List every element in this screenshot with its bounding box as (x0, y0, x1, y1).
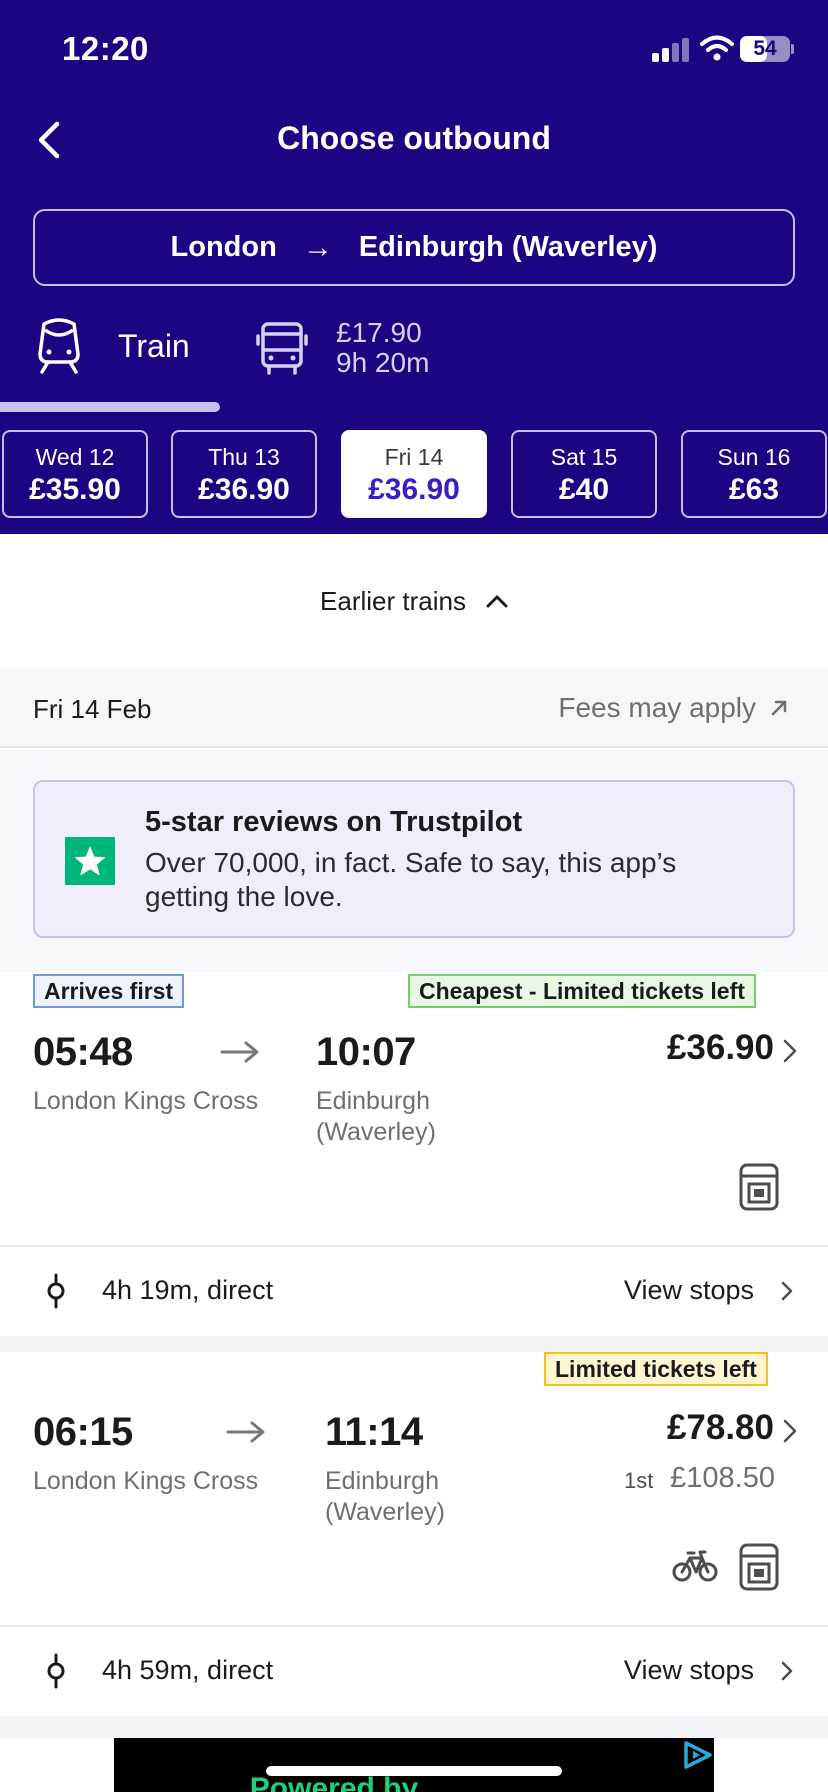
divider (0, 1716, 828, 1738)
date-price: £35.90 (29, 473, 121, 506)
date-day: Sat 15 (550, 444, 618, 470)
promo-section: 5-star reviews on Trustpilot Over 70,000… (0, 750, 828, 972)
view-stops-link[interactable]: View stops (624, 1275, 794, 1306)
date-day: Fri 14 (384, 444, 444, 470)
date-price: £40 (558, 473, 610, 506)
date-day: Wed 12 (35, 444, 115, 470)
tab-bus[interactable]: £17.90 9h 20m (256, 318, 429, 378)
date-card-thu-13[interactable]: Thu 13 £36.90 (171, 430, 317, 518)
fees-label: Fees may apply (558, 692, 756, 723)
view-stops-label: View stops (623, 1655, 754, 1685)
promo-title: 5-star reviews on Trustpilot (145, 806, 523, 838)
battery-level: 54 (753, 37, 777, 60)
fees-link[interactable]: Fees may apply (558, 692, 788, 724)
departure-time: 06:15 (33, 1410, 133, 1454)
date-price: £36.90 (368, 473, 460, 506)
journey-summary-row[interactable]: 4h 59m, direct View stops (0, 1627, 828, 1715)
arrow-right-icon (226, 1421, 265, 1443)
bus-icon (256, 322, 308, 375)
arrival-time: 11:14 (325, 1410, 423, 1454)
date-selector: Wed 12 £35.90 Thu 13 £36.90 Fri 14 £36.9… (0, 430, 828, 518)
chevron-right-icon (781, 1281, 793, 1300)
route-arrow: → (302, 230, 333, 264)
earlier-trains-label: Earlier trains (320, 585, 466, 616)
date-card-wed-12[interactable]: Wed 12 £35.90 (2, 430, 148, 518)
ticket-price: £78.80 (666, 1408, 774, 1447)
ad-choices-icon[interactable] (680, 1740, 714, 1770)
direct-route-icon (47, 1653, 65, 1689)
direct-route-icon (47, 1273, 65, 1309)
route-origin: London (170, 231, 277, 263)
date-card-sat-15[interactable]: Sat 15 £40 (511, 430, 657, 518)
trustpilot-banner[interactable]: 5-star reviews on Trustpilot Over 70,000… (33, 780, 795, 938)
chevron-right-icon (783, 1419, 797, 1443)
promo-body: Over 70,000, in fact. Safe to say, this … (145, 847, 677, 912)
bus-price: £17.90 (336, 317, 422, 348)
view-stops-label: View stops (623, 1275, 754, 1305)
journey-duration: 4h 19m, direct (102, 1275, 274, 1305)
earlier-trains-button[interactable]: Earlier trains (0, 534, 828, 668)
first-class-label: 1st (624, 1468, 654, 1493)
tab-train[interactable]: Train (36, 318, 190, 374)
first-class-price: £108.50 (670, 1462, 775, 1494)
chevron-up-icon (486, 595, 508, 608)
route-destination: Edinburgh (Waverley) (358, 231, 658, 263)
home-indicator (266, 1766, 562, 1776)
chevron-right-icon (781, 1661, 793, 1680)
journey-summary-row[interactable]: 4h 19m, direct View stops (0, 1247, 828, 1335)
departure-station: London Kings Cross (33, 1087, 259, 1115)
divider (0, 1336, 828, 1352)
app-screen: 12:20 54 Choose outbound London → Edinbu… (0, 0, 828, 1792)
signal-icon (652, 36, 692, 62)
cheapest-badge: Cheapest - Limited tickets left (408, 974, 756, 1008)
departure-station: London Kings Cross (33, 1467, 259, 1495)
wifi-icon (700, 35, 734, 61)
chevron-right-icon (783, 1039, 797, 1063)
seat-reservation-icon (739, 1543, 779, 1591)
arrow-right-icon (220, 1041, 259, 1063)
bicycle-icon (672, 1550, 718, 1582)
selected-tab-indicator (0, 402, 220, 412)
journey-card[interactable]: Arrives first Cheapest - Limited tickets… (0, 972, 828, 1246)
date-card-fri-14[interactable]: Fri 14 £36.90 (341, 430, 487, 518)
results-date: Fri 14 Feb (33, 694, 152, 724)
date-price: £63 (728, 473, 780, 506)
date-day: Thu 13 (208, 444, 280, 470)
arrival-station: Edinburgh (Waverley) (325, 1467, 445, 1526)
status-bar: 12:20 54 (0, 0, 828, 100)
ad-banner[interactable]: Powered by (114, 1738, 714, 1792)
results-date-bar: Fri 14 Feb Fees may apply (0, 668, 828, 748)
date-day: Sun 16 (717, 444, 791, 470)
journey-duration: 4h 59m, direct (102, 1655, 274, 1685)
arrives-first-badge: Arrives first (33, 974, 185, 1008)
date-card-sun-16[interactable]: Sun 16 £63 (681, 430, 827, 518)
view-stops-link[interactable]: View stops (624, 1655, 794, 1686)
arrow-up-right-icon (771, 700, 787, 716)
train-icon (38, 318, 80, 374)
battery-icon: 54 (740, 36, 790, 62)
journey-card[interactable]: Limited tickets left 06:15 11:14 London … (0, 1352, 828, 1626)
header: 12:20 54 Choose outbound London → Edinbu… (0, 0, 828, 534)
status-time: 12:20 (62, 30, 149, 67)
departure-time: 05:48 (33, 1030, 133, 1074)
trustpilot-star-icon (65, 837, 115, 885)
limited-tickets-badge: Limited tickets left (544, 1352, 768, 1386)
arrival-time: 10:07 (316, 1030, 416, 1074)
seat-reservation-icon (739, 1163, 779, 1211)
route-selector[interactable]: London → Edinburgh (Waverley) (33, 209, 795, 286)
date-price: £36.90 (198, 473, 290, 506)
page-title: Choose outbound (277, 120, 551, 156)
arrival-station: Edinburgh (Waverley) (316, 1087, 436, 1146)
ticket-price: £36.90 (666, 1028, 774, 1067)
train-tab-label: Train (118, 327, 190, 364)
bus-duration: 9h 20m (336, 347, 430, 378)
